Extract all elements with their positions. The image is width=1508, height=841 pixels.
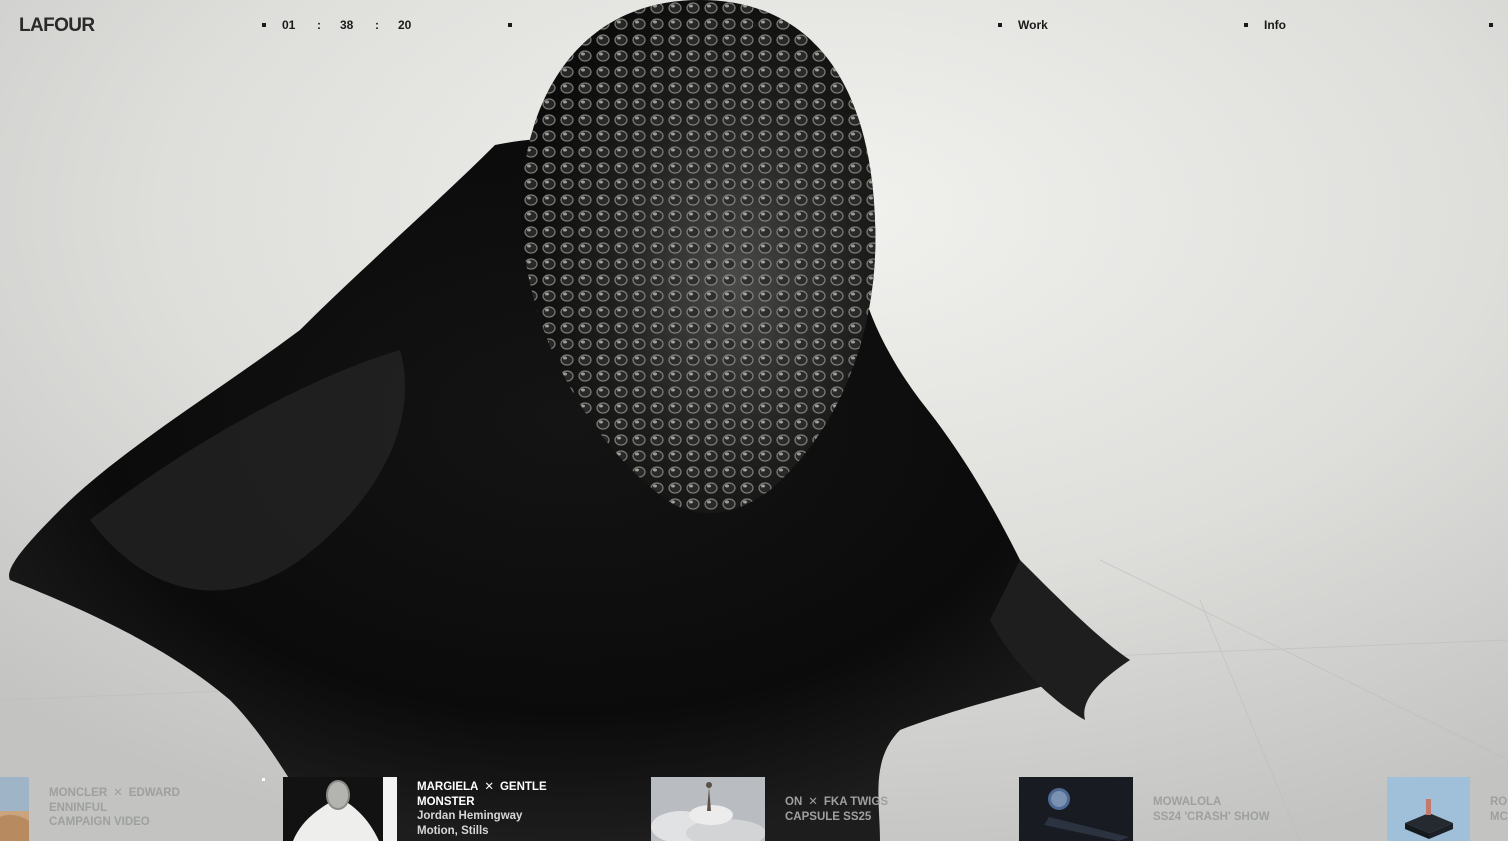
project-caption-ro[interactable]: RO MC [1490,795,1508,824]
project-director: Jordan Hemingway [417,810,523,822]
nav-work-link[interactable]: Work [1018,18,1048,32]
project-caption-margiela[interactable]: MARGIELA ✕ GENTLE MONSTER Jordan Hemingway… [417,780,597,838]
project-thumbnail-moncler[interactable] [0,777,29,841]
timecode-hours: 01 [282,18,296,32]
cross-icon: ✕ [808,796,818,808]
project-caption-mowalola[interactable]: MOWALOLA SS24 'CRASH' SHOW [1153,795,1333,824]
project-carousel[interactable]: MONCLER ✕ EDWARD ENNINFUL CAMPAIGN VIDEO M… [0,777,1508,841]
grid-dot [262,23,266,27]
project-subtitle: CAMPAIGN VIDEO [49,816,150,828]
timecode-separator: : [375,18,379,32]
cross-icon: ✕ [113,787,123,799]
nav-info-link[interactable]: Info [1264,18,1286,32]
project-title: FKA TWIGS [823,796,888,808]
timecode-minutes: 38 [340,18,354,32]
project-thumbnail-ro[interactable] [1387,777,1470,841]
grid-dot [508,23,512,27]
project-thumbnail-margiela[interactable] [283,777,397,841]
project-title: RO [1490,796,1508,808]
brand-logo[interactable]: LAFOUR [19,15,95,37]
project-tags: Motion, Stills [417,824,489,837]
grid-dot [1244,23,1248,27]
hero-stage[interactable]: LAFOUR 01 : 38 : 20 Work Info MONCLER ✕ E [0,0,1508,841]
project-subtitle: CAPSULE SS25 [785,810,872,823]
grid-dot [998,23,1002,27]
project-thumbnail-mowalola[interactable] [1019,777,1133,841]
timecode-separator: : [317,18,321,32]
timecode-display: 01 : 38 : 20 [282,18,414,32]
timecode-seconds: 20 [398,18,412,32]
grid-dot [1489,23,1493,27]
project-caption-on[interactable]: ON ✕ FKA TWIGS CAPSULE SS25 [785,795,945,824]
project-caption-moncler[interactable]: MONCLER ✕ EDWARD ENNINFUL CAMPAIGN VIDEO [49,786,209,830]
project-title: ON [785,796,803,808]
grid-dot [753,23,757,27]
project-subtitle: MC [1490,810,1508,823]
project-title: MOWALOLA [1153,796,1222,808]
project-title: MARGIELA [417,781,479,793]
project-subtitle: SS24 'CRASH' SHOW [1153,810,1270,823]
cross-icon: ✕ [484,781,494,793]
project-title: MONCLER [49,787,108,799]
project-thumbnail-on[interactable] [651,777,765,841]
hero-video-frame[interactable] [0,0,1508,841]
top-bar: LAFOUR 01 : 38 : 20 Work Info [0,0,1508,50]
